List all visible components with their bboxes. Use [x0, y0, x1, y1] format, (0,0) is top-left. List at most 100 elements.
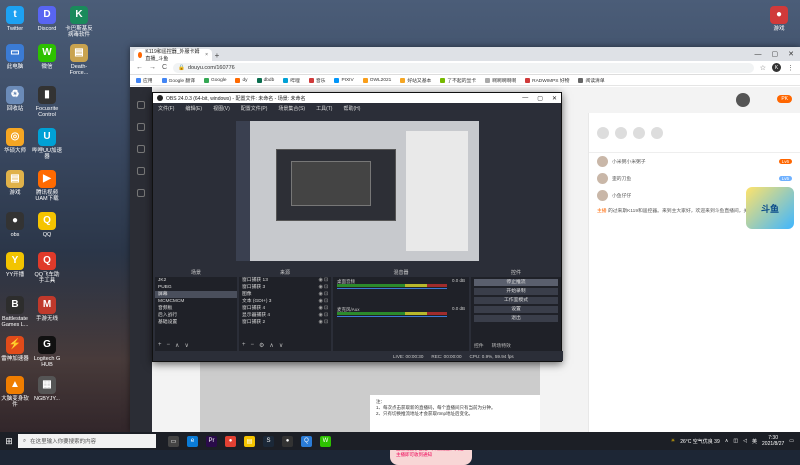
source-item[interactable]: 文本 (GDI+) 3◉ ⊡ — [239, 298, 331, 305]
desktop-icon[interactable]: BBattlestate Games L... — [0, 296, 30, 328]
bookmark-item[interactable]: 哔哩 — [283, 77, 300, 84]
anchor-avatar[interactable] — [736, 93, 750, 107]
obs-control-button[interactable]: 开始录制 — [474, 288, 558, 295]
obs-preview[interactable] — [236, 121, 479, 261]
gift-icon[interactable] — [597, 127, 609, 139]
forward-button[interactable]: → — [149, 64, 156, 71]
source-item[interactable]: 窗口捕获 3◉ ⊡ — [239, 284, 331, 291]
obs-control-button[interactable]: 设置 — [474, 306, 558, 313]
bookmark-item[interactable]: RADWIMPS 好物 — [525, 77, 569, 84]
close-button[interactable]: ✕ — [788, 50, 794, 58]
up-icon[interactable]: ∧ — [269, 342, 273, 349]
desktop-icon[interactable]: ♻回收站 — [0, 86, 30, 112]
eye-icon[interactable]: ◉ ⊡ — [318, 291, 328, 298]
star-icon[interactable]: ☆ — [760, 64, 766, 72]
profile-avatar[interactable]: K — [772, 63, 781, 72]
nav-icon[interactable] — [137, 167, 145, 175]
eye-icon[interactable]: ◉ ⊡ — [318, 312, 328, 319]
desktop-icon-right[interactable]: ● 游戏 — [764, 6, 794, 32]
obs-close-button[interactable]: ✕ — [552, 95, 557, 102]
obs-menu-item[interactable]: 帮助(H) — [343, 105, 360, 112]
eye-icon[interactable]: ◉ ⊡ — [318, 298, 328, 305]
rank-row[interactable]: 歪的刀鱼Lv5 — [589, 170, 800, 187]
desktop-icon[interactable]: QQQ — [32, 212, 62, 238]
pk-badge[interactable]: PK — [777, 95, 792, 103]
nav-icon[interactable] — [137, 123, 145, 131]
nav-icon[interactable] — [137, 145, 145, 153]
nav-icon[interactable] — [137, 101, 145, 109]
obs-minimize-button[interactable]: — — [522, 95, 528, 102]
desktop-icon[interactable]: QQQ飞车助手工具 — [32, 252, 62, 284]
input-language[interactable]: 英 — [752, 438, 757, 445]
eye-icon[interactable]: ◉ ⊡ — [318, 305, 328, 312]
desktop-icon[interactable]: ▶腾讯视频 UAM下载 — [32, 170, 62, 202]
up-icon[interactable]: ∧ — [175, 342, 179, 349]
obs-control-button[interactable]: 退出 — [474, 315, 558, 322]
desktop-icon[interactable]: DDiscord — [32, 6, 62, 32]
gift-icon[interactable] — [633, 127, 645, 139]
chat-user[interactable]: 主播 — [597, 209, 607, 214]
menu-icon[interactable]: ⋮ — [787, 64, 794, 72]
bookmark-item[interactable]: 了不起的显卡 — [440, 77, 476, 84]
desktop-icon[interactable]: ▲大脑变身软件 — [0, 376, 30, 408]
eye-icon[interactable]: ◉ ⊡ — [318, 284, 328, 291]
desktop-icon[interactable]: ●obs — [0, 212, 30, 238]
obs-control-button[interactable]: 停止推流 — [474, 279, 558, 286]
scene-item[interactable]: JK2 — [155, 277, 237, 284]
wechat-icon[interactable]: W — [320, 436, 331, 447]
scene-item[interactable]: 音频板 — [155, 305, 237, 312]
remove-icon[interactable]: − — [251, 342, 255, 349]
gift-icon[interactable] — [615, 127, 627, 139]
source-item[interactable]: 窗口捕获 2◉ ⊡ — [239, 319, 331, 326]
premiere-icon[interactable]: Pr — [206, 436, 217, 447]
close-tab-icon[interactable]: × — [205, 52, 208, 58]
explorer-icon[interactable]: ▤ — [244, 436, 255, 447]
gear-icon[interactable]: ⚙ — [259, 342, 264, 349]
nav-icon[interactable] — [137, 189, 145, 197]
bookmark-item[interactable]: 啊啊啊啊啊 — [485, 77, 516, 84]
desktop-icon[interactable]: ▮Focusrite Control — [32, 86, 62, 118]
gift-icon[interactable] — [651, 127, 663, 139]
obs-menu-item[interactable]: 配置文件(P) — [241, 105, 268, 112]
desktop-icon[interactable]: ◎华硕大师 — [0, 128, 30, 154]
bookmark-item[interactable]: 阅读清单 — [578, 77, 604, 84]
obs-menu-item[interactable]: 编辑(E) — [185, 105, 202, 112]
scene-item[interactable]: 基础设置 — [155, 319, 237, 326]
reload-button[interactable]: C — [162, 64, 167, 71]
add-icon[interactable]: + — [158, 342, 162, 349]
obs-menu-item[interactable]: 场景集合(S) — [278, 105, 305, 112]
steam-icon[interactable]: S — [263, 436, 274, 447]
tab-transitions[interactable]: 转场特效 — [492, 342, 511, 349]
desktop-icon[interactable]: ▤游戏 — [0, 170, 30, 196]
source-item[interactable]: 显示器捕获 4◉ ⊡ — [239, 312, 331, 319]
network-icon[interactable]: ◫ — [733, 438, 738, 444]
desktop-icon[interactable]: ⚡雷神加速器 — [0, 336, 30, 362]
eye-icon[interactable]: ◉ ⊡ — [318, 277, 328, 284]
new-tab-button[interactable]: + — [212, 51, 222, 60]
rank-row[interactable]: 小米粥小米粥子Lv6 — [589, 153, 800, 170]
qq-icon[interactable]: Q — [301, 436, 312, 447]
event-banner[interactable]: 斗鱼 — [746, 187, 794, 229]
scene-item[interactable]: PUBG — [155, 284, 237, 291]
source-item[interactable]: 窗口捕获 4◉ ⊡ — [239, 305, 331, 312]
down-icon[interactable]: ∨ — [279, 342, 283, 349]
obs-menu-item[interactable]: 工具(T) — [316, 105, 332, 112]
windows-start-icon[interactable]: ⊞ — [0, 436, 18, 447]
bookmark-item[interactable]: 好站又基本 — [400, 77, 431, 84]
bookmark-item[interactable]: PIXIV — [334, 78, 353, 83]
bookmark-item[interactable]: dy — [235, 78, 247, 83]
obs-menu-item[interactable]: 视图(V) — [213, 105, 230, 112]
back-button[interactable]: ← — [136, 64, 143, 71]
source-item[interactable]: 窗口捕获 13◉ ⊡ — [239, 277, 331, 284]
desktop-icon[interactable]: tTwitter — [0, 6, 30, 32]
browser-tab[interactable]: K119和遥控器_外服卡姆直播_斗鱼 × — [134, 49, 212, 61]
desktop-icon[interactable]: W微信 — [32, 44, 62, 70]
desktop-icon[interactable]: ▤Death-Force... — [64, 44, 94, 76]
down-icon[interactable]: ∨ — [184, 342, 188, 349]
add-icon[interactable]: + — [242, 342, 246, 349]
bookmark-item[interactable]: dbdb — [257, 78, 275, 83]
desktop-icon[interactable]: U哔哩UU加速器 — [32, 128, 62, 160]
desktop-icon[interactable]: M手游无线 — [32, 296, 62, 322]
bookmark-item[interactable]: Google — [204, 78, 226, 83]
weather-text[interactable]: 26°C 空气优良 39 — [680, 438, 720, 445]
